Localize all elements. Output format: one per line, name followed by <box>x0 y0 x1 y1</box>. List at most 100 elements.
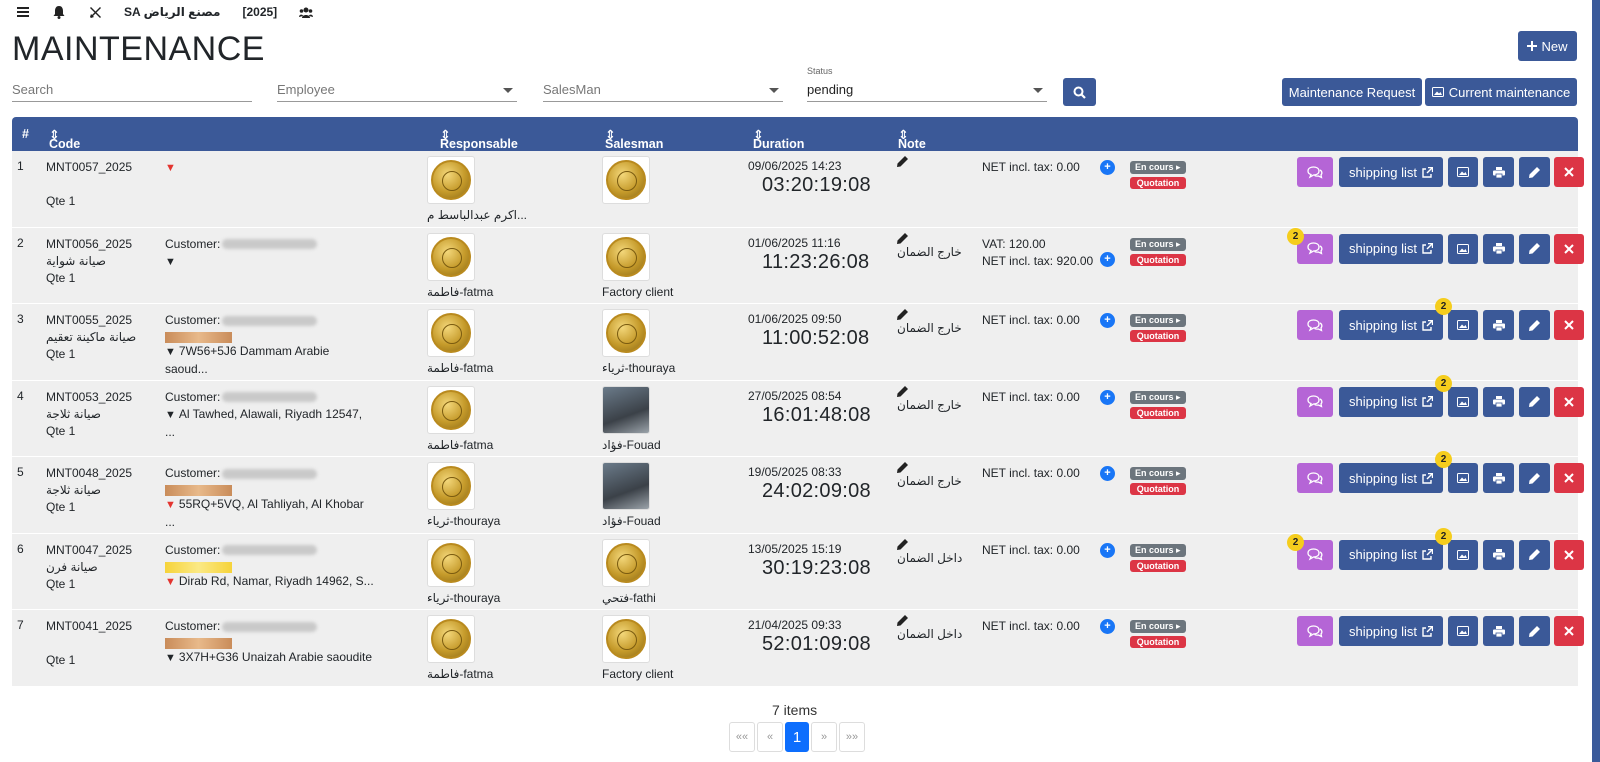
location-pin-icon[interactable]: ▼ <box>165 254 176 271</box>
quotation-badge[interactable]: Quotation <box>1130 483 1186 495</box>
edit-note-icon[interactable] <box>897 538 962 550</box>
add-icon[interactable]: + <box>1100 313 1115 328</box>
maintenance-code[interactable]: MNT0056_2025 <box>46 236 132 253</box>
pager-first[interactable]: «« <box>729 722 755 752</box>
maintenance-code[interactable]: MNT0053_2025 <box>46 389 132 406</box>
quotation-badge[interactable]: Quotation <box>1130 253 1186 266</box>
status-select[interactable]: pending <box>807 80 1047 102</box>
edit-note-icon[interactable] <box>897 156 908 167</box>
image-button[interactable] <box>1448 386 1478 417</box>
status-badge[interactable]: En cours ▸ <box>1130 543 1186 557</box>
location-pin-icon[interactable]: ▼ <box>165 160 176 177</box>
menu-icon[interactable] <box>16 5 30 19</box>
shipping-list-button[interactable]: shipping list <box>1339 463 1443 493</box>
maintenance-code[interactable]: MNT0057_2025 <box>46 159 132 176</box>
table-row[interactable]: 4 MNT0053_2025 صيانة ثلاجة Qte 1 Customer: ▼ A… <box>12 374 1584 457</box>
col-responsable[interactable]: Responsable ⇕ <box>440 127 518 151</box>
table-row[interactable]: 7 MNT0041_2025 Qte 1 Customer: ▼ 3X7H+G36 Una… <box>12 610 1584 687</box>
delete-button[interactable] <box>1554 386 1584 417</box>
col-note[interactable]: Note ⇕ <box>898 127 926 151</box>
image-button[interactable] <box>1448 310 1478 340</box>
edit-note-icon[interactable] <box>897 615 962 626</box>
shipping-list-button[interactable]: shipping list <box>1339 616 1443 646</box>
delete-button[interactable] <box>1554 233 1584 264</box>
edit-button[interactable] <box>1519 616 1550 646</box>
image-button[interactable] <box>1448 539 1478 570</box>
shipping-list-button[interactable]: shipping list <box>1339 539 1443 570</box>
quotation-badge[interactable]: Quotation <box>1130 406 1186 419</box>
location-pin-icon[interactable]: ▼ <box>165 407 176 424</box>
print-button[interactable] <box>1483 233 1514 264</box>
status-badge[interactable]: En cours ▸ <box>1130 237 1186 251</box>
employee-select[interactable]: Employee <box>277 80 517 102</box>
add-icon[interactable]: + <box>1100 619 1115 634</box>
image-button[interactable] <box>1448 157 1478 187</box>
image-button[interactable] <box>1448 463 1478 493</box>
fiscal-year[interactable]: [2025] <box>242 5 277 19</box>
maintenance-request-button[interactable]: Maintenance Request <box>1282 78 1422 106</box>
pager-current[interactable]: 1 <box>785 722 809 752</box>
location-pin-icon[interactable]: ▼ <box>165 574 176 591</box>
table-row[interactable]: 3 MNT0055_2025 صيانة ماكينة تعقيم Qte 1 Cust… <box>12 298 1584 381</box>
edit-button[interactable] <box>1519 233 1550 264</box>
maintenance-code[interactable]: MNT0041_2025 <box>46 618 132 635</box>
maintenance-code[interactable]: MNT0047_2025 <box>46 542 132 559</box>
table-row[interactable]: 2 MNT0056_2025 صيانة شواية Qte 1 Customer: ▼ ف… <box>12 227 1584 304</box>
chat-button[interactable] <box>1297 616 1333 646</box>
add-icon[interactable]: + <box>1100 542 1115 558</box>
quotation-badge[interactable]: Quotation <box>1130 330 1186 342</box>
shipping-list-button[interactable]: shipping list <box>1339 386 1443 417</box>
salesman-select[interactable]: SalesMan <box>543 80 783 102</box>
pager-last[interactable]: »» <box>839 722 865 752</box>
table-row[interactable]: 1 MNT0057_2025 Qte 1 ▼ اكرم عبدالباسط م... 09… <box>12 151 1584 228</box>
status-badge[interactable]: En cours ▸ <box>1130 390 1186 404</box>
print-button[interactable] <box>1483 157 1514 187</box>
status-badge[interactable]: En cours ▸ <box>1130 161 1186 174</box>
chat-button[interactable] <box>1297 463 1333 493</box>
search-button[interactable] <box>1063 78 1096 106</box>
shipping-list-button[interactable]: shipping list <box>1339 310 1443 340</box>
users-icon[interactable] <box>299 5 314 19</box>
table-row[interactable]: 5 MNT0048_2025 صيانة ثلاجة Qte 1 Customer: ▼ 5… <box>12 451 1584 534</box>
company-name[interactable]: SA مصنع الرياض <box>124 5 220 19</box>
edit-note-icon[interactable] <box>897 462 962 473</box>
maintenance-code[interactable]: MNT0048_2025 <box>46 465 132 482</box>
print-button[interactable] <box>1483 539 1514 570</box>
chat-button[interactable] <box>1297 310 1333 340</box>
quotation-badge[interactable]: Quotation <box>1130 636 1186 648</box>
image-button[interactable] <box>1448 616 1478 646</box>
print-button[interactable] <box>1483 386 1514 417</box>
delete-button[interactable] <box>1554 616 1584 646</box>
search-input[interactable]: Search <box>12 80 252 102</box>
delete-button[interactable] <box>1554 463 1584 493</box>
chat-button[interactable] <box>1297 386 1333 417</box>
table-row[interactable]: 6 MNT0047_2025 صيانة فرن Qte 1 Customer: ▼ Dir… <box>12 527 1584 610</box>
add-icon[interactable]: + <box>1100 466 1115 481</box>
bell-icon[interactable] <box>52 5 66 19</box>
maintenance-code[interactable]: MNT0055_2025 <box>46 312 136 329</box>
current-maintenance-button[interactable]: Current maintenance <box>1425 78 1577 106</box>
edit-button[interactable] <box>1519 539 1550 570</box>
col-salesman[interactable]: Salesman ⇕ <box>605 127 663 151</box>
delete-button[interactable] <box>1554 157 1584 187</box>
shipping-list-button[interactable]: shipping list <box>1339 233 1443 264</box>
location-pin-icon[interactable]: ▼ <box>165 650 176 667</box>
status-badge[interactable]: En cours ▸ <box>1130 620 1186 633</box>
chat-button[interactable] <box>1297 157 1333 187</box>
print-button[interactable] <box>1483 310 1514 340</box>
col-duration[interactable]: Duration ⇕ <box>753 127 804 151</box>
edit-button[interactable] <box>1519 310 1550 340</box>
add-icon[interactable]: + <box>1100 160 1115 175</box>
edit-note-icon[interactable] <box>897 309 962 320</box>
edit-note-icon[interactable] <box>897 385 962 397</box>
status-badge[interactable]: En cours ▸ <box>1130 314 1186 327</box>
quotation-badge[interactable]: Quotation <box>1130 177 1186 189</box>
edit-button[interactable] <box>1519 386 1550 417</box>
print-button[interactable] <box>1483 463 1514 493</box>
pager-prev[interactable]: « <box>757 722 783 752</box>
add-icon[interactable]: + <box>1100 389 1115 405</box>
edit-button[interactable] <box>1519 463 1550 493</box>
new-button[interactable]: New <box>1518 31 1577 61</box>
print-button[interactable] <box>1483 616 1514 646</box>
delete-button[interactable] <box>1554 310 1584 340</box>
